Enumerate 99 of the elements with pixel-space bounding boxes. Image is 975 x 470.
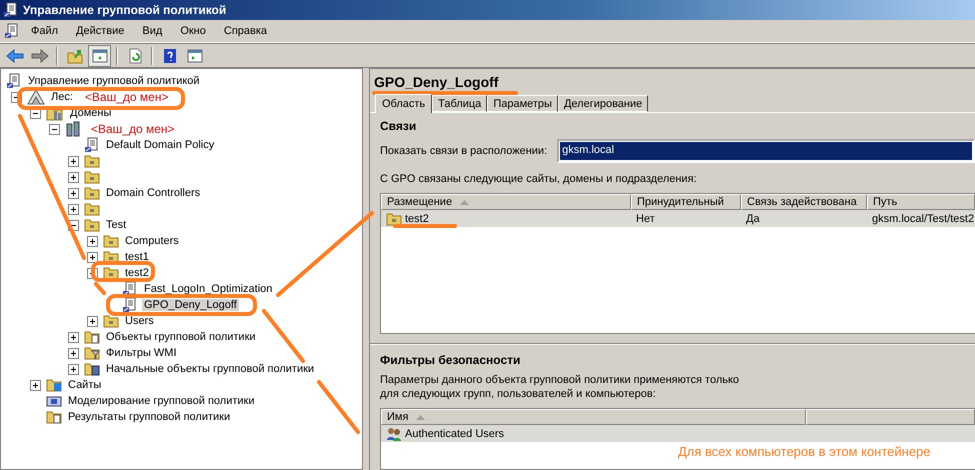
tree-item[interactable]: Test	[104, 219, 128, 231]
window-title: Управление групповой политикой	[23, 3, 226, 17]
folder-icon	[84, 218, 100, 232]
forward-arrow-icon	[30, 48, 48, 62]
section-heading: Связи	[380, 119, 418, 133]
table-cell: Нет	[636, 212, 655, 224]
menu-item[interactable]: Действие	[69, 23, 132, 39]
console-icon	[4, 23, 20, 39]
collapse-icon[interactable]	[49, 124, 60, 134]
caption: С GPO связаны следующие сайты, домены и подразделения:	[380, 172, 698, 186]
expand-icon[interactable]	[68, 156, 79, 166]
tree-item[interactable]: Default Domain Policy	[104, 139, 216, 151]
column-header[interactable]: Размещение	[381, 194, 631, 210]
tree-item[interactable]: Лес:	[49, 91, 75, 103]
folder-icon	[84, 362, 100, 376]
expand-icon[interactable]	[87, 316, 98, 326]
expand-icon[interactable]	[68, 172, 79, 182]
tree-item[interactable]: Управление групповой политикой	[26, 75, 202, 87]
annotation-text: Для всех компьютеров в этом контейнере	[678, 444, 931, 459]
console-icon	[6, 73, 22, 89]
folder-icon	[103, 234, 119, 248]
folder-icon	[84, 154, 100, 168]
tree-item[interactable]: test2	[123, 267, 151, 279]
folder-up-icon	[66, 48, 82, 64]
gpo-link-icon	[122, 281, 138, 297]
annotation-text: <Ваш_до мен>	[91, 122, 175, 136]
expand-icon[interactable]	[68, 332, 79, 342]
folder-icon	[46, 410, 62, 424]
folder-icon	[84, 186, 100, 200]
table-row[interactable]: test2 Нет Да gksm.local/Test/test2	[381, 210, 975, 227]
column-header[interactable]: Имя	[381, 409, 806, 425]
annotation-text: <Ваш_до мен>	[84, 90, 168, 104]
expand-icon[interactable]	[68, 204, 79, 214]
folder-icon	[386, 212, 402, 226]
tree-item[interactable]: Фильтры WMI	[104, 347, 179, 359]
folder-icon	[46, 378, 62, 392]
domain-icon	[65, 121, 81, 137]
gpo-link-icon	[84, 137, 100, 153]
folder-icon	[84, 170, 100, 184]
column-header[interactable]: Принудительный	[631, 194, 741, 210]
tree-item[interactable]: Computers	[123, 235, 181, 247]
table-cell: gksm.local/Test/test2	[872, 212, 974, 224]
forest-icon	[27, 89, 45, 105]
column-header[interactable]: Путь	[867, 194, 975, 210]
folder-icon	[103, 314, 119, 328]
tree-item[interactable]: Fast_LogoIn_Optimization	[142, 283, 274, 295]
tree-item[interactable]: Domain Controllers	[104, 187, 202, 199]
users-icon	[386, 426, 402, 442]
tab[interactable]: Таблица	[432, 95, 488, 112]
tree-item[interactable]: test1	[123, 251, 151, 263]
tree-item[interactable]: Результаты групповой политики	[66, 411, 232, 423]
tab[interactable]: Делегирование	[558, 95, 648, 112]
tree-item[interactable]: Объекты групповой политики	[104, 331, 258, 343]
expand-icon[interactable]	[87, 236, 98, 246]
underline-mark	[393, 224, 457, 228]
annotation-line	[94, 282, 106, 295]
back-arrow-icon	[6, 48, 24, 62]
menu-item[interactable]: Окно	[173, 23, 213, 39]
folder-icon	[103, 266, 119, 280]
panel-toggle-icon	[92, 48, 108, 62]
field-label: Показать связи в расположении:	[380, 145, 548, 157]
gpo-title: GPO_Deny_Logoff	[373, 73, 500, 92]
folder-icon	[84, 346, 100, 360]
column-header[interactable]: Связь задействована	[741, 194, 867, 210]
highlight-outline	[91, 261, 155, 282]
expand-icon[interactable]	[68, 188, 79, 198]
refresh-icon	[126, 48, 142, 64]
folder-icon	[84, 330, 100, 344]
toolbar-button[interactable]	[88, 44, 111, 66]
expand-icon[interactable]	[68, 364, 79, 374]
gpo-link-icon	[122, 297, 138, 313]
expand-icon[interactable]	[30, 380, 41, 390]
tree-item[interactable]: Начальные объекты групповой политики	[104, 363, 316, 375]
location-dropdown[interactable]: gksm.local	[557, 139, 975, 163]
tab[interactable]: Параметры	[487, 95, 558, 112]
expand-icon[interactable]	[87, 252, 98, 262]
expand-icon[interactable]	[68, 348, 79, 358]
table-cell: test2	[405, 212, 429, 224]
column-header[interactable]	[806, 409, 975, 425]
tree-item[interactable]: Моделирование групповой политики	[66, 395, 256, 407]
menu-item[interactable]: Справка	[216, 23, 274, 39]
tree-item[interactable]: GPO_Deny_Logoff	[142, 299, 239, 311]
menu-item[interactable]: Файл	[24, 23, 66, 39]
panel-toggle-icon	[186, 48, 202, 62]
sort-arrow-icon	[460, 200, 470, 204]
folder-icon	[84, 202, 100, 216]
sort-arrow-icon	[416, 414, 426, 420]
tab[interactable]: Область	[375, 94, 432, 113]
table-cell: Да	[746, 212, 760, 224]
caption: Параметры данного объекта групповой политики применяются только для следующих групп, пользователей и компьютеров:	[380, 373, 740, 401]
tree-item[interactable]: Users	[123, 315, 156, 327]
menu-item[interactable]: Вид	[135, 23, 170, 39]
tree-item[interactable]: Сайты	[66, 379, 104, 391]
tree-item[interactable]: Домены	[68, 107, 114, 119]
section-heading: Фильтры безопасности	[380, 353, 522, 367]
help-icon	[162, 48, 176, 64]
console-icon	[3, 2, 19, 18]
table-cell: Authenticated Users	[405, 428, 504, 440]
table-row[interactable]: Authenticated Users	[381, 425, 975, 442]
